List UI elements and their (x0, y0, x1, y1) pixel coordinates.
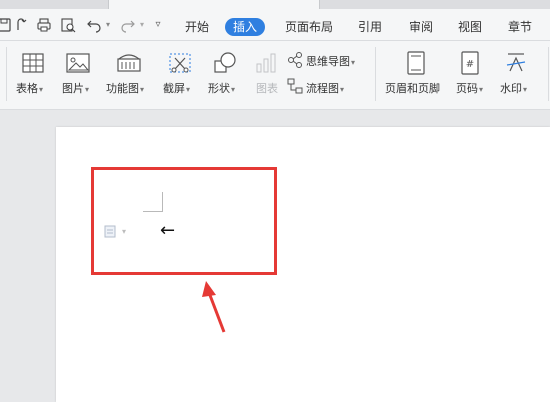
table-dropdown-icon: ▾ (39, 85, 44, 94)
menu-view[interactable]: 视图 (458, 19, 482, 35)
screenshot-button[interactable]: 截屏▾ (163, 80, 190, 96)
svg-text:#: # (466, 59, 474, 70)
table-icon (22, 53, 44, 77)
watermark-icon (505, 51, 527, 79)
flowchart-label: 流程图 (306, 82, 339, 95)
picture-button[interactable]: 图片▾ (62, 80, 89, 96)
flowchart-button[interactable]: 流程图▾ (306, 80, 344, 96)
menu-review[interactable]: 审阅 (409, 19, 433, 35)
document-tab-strip (0, 0, 550, 9)
active-document-tab[interactable] (108, 0, 320, 9)
watermark-label: 水印 (500, 82, 522, 95)
ribbon: ▾ ▾ ▿ 开始 插入 页面布局 引用 审阅 视图 章节 表格▾ 图片▾ 功能图… (0, 9, 550, 110)
page-number-button[interactable]: 页码▾ (456, 80, 483, 96)
function-chart-button[interactable]: 功能图▾ (106, 80, 144, 96)
mindmap-icon (287, 52, 303, 72)
watermark-button[interactable]: 水印▾ (500, 80, 527, 96)
dropdown-icon[interactable]: ▿ (150, 17, 166, 33)
picture-icon (66, 53, 90, 77)
page-number-label: 页码 (456, 82, 478, 95)
annotation-highlight-box (91, 167, 277, 275)
menu-insert[interactable]: 插入 (225, 18, 266, 36)
toolbar-divider (6, 47, 7, 101)
save-icon[interactable] (0, 17, 12, 33)
chart-icon (255, 52, 277, 78)
mindmap-button[interactable]: 思维导图▾ (306, 53, 355, 69)
redo-copy-icon[interactable] (14, 17, 30, 33)
page-number-icon: # (460, 51, 480, 79)
menu-divider (0, 40, 550, 41)
print-icon[interactable] (36, 17, 52, 33)
annotation-arrow-icon (190, 278, 234, 340)
header-footer-button[interactable]: 页眉和页脚 (385, 80, 440, 96)
function-chart-dropdown-icon: ▾ (140, 85, 145, 94)
shapes-button[interactable]: 形状▾ (208, 80, 235, 96)
table-button[interactable]: 表格▾ (16, 80, 43, 96)
page-number-dropdown-icon: ▾ (479, 85, 484, 94)
flowchart-icon (287, 78, 303, 98)
menu-references[interactable]: 引用 (358, 19, 382, 35)
flowchart-dropdown-icon: ▾ (340, 85, 345, 94)
chart-button[interactable]: 图表 (256, 80, 278, 96)
undo-dropdown-icon[interactable]: ▾ (100, 17, 116, 33)
function-chart-icon (116, 51, 142, 77)
redo-dropdown-icon[interactable]: ▾ (134, 17, 150, 33)
shapes-dropdown-icon: ▾ (231, 85, 236, 94)
toolbar-group-divider (375, 47, 376, 101)
shapes-icon (213, 52, 237, 78)
screenshot-label: 截屏 (163, 82, 185, 95)
function-chart-label: 功能图 (106, 82, 139, 95)
menu-page-layout[interactable]: 页面布局 (285, 19, 333, 35)
toolbar-end-divider (548, 47, 549, 101)
watermark-dropdown-icon: ▾ (523, 85, 528, 94)
table-label: 表格 (16, 82, 38, 95)
menu-chapter[interactable]: 章节 (508, 19, 532, 35)
mindmap-label: 思维导图 (306, 55, 350, 68)
menu-bar: ▾ ▾ ▿ 开始 插入 页面布局 引用 审阅 视图 章节 (0, 9, 550, 39)
screenshot-dropdown-icon: ▾ (186, 85, 191, 94)
shapes-label: 形状 (208, 82, 230, 95)
picture-label: 图片 (62, 82, 84, 95)
mindmap-dropdown-icon: ▾ (351, 58, 356, 67)
picture-dropdown-icon: ▾ (85, 85, 90, 94)
header-footer-icon (406, 51, 426, 79)
menu-home[interactable]: 开始 (185, 19, 209, 35)
print-preview-icon[interactable] (60, 17, 76, 33)
screenshot-icon (168, 52, 192, 78)
